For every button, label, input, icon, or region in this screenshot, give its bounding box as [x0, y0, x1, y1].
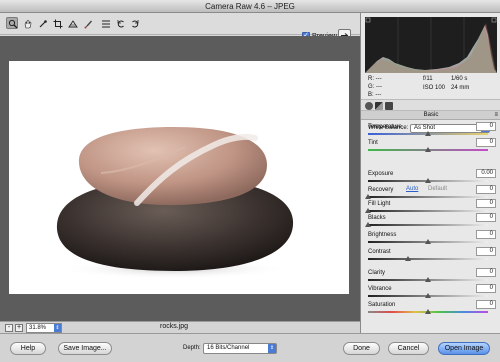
- vibrance-value-field[interactable]: 0: [476, 284, 496, 293]
- straighten-tool-button[interactable]: [66, 17, 78, 29]
- readout-g: G: ---: [368, 84, 382, 90]
- fill-light-label: Fill Light: [368, 201, 391, 207]
- depth-select[interactable]: 16 Bits/Channel ⇕: [203, 343, 277, 354]
- depth-value: 16 Bits/Channel: [207, 345, 250, 351]
- clarity-slider-thumb[interactable]: [425, 277, 431, 282]
- tint-slider-thumb[interactable]: [425, 147, 431, 152]
- rocks-image: [56, 127, 294, 279]
- zoom-tool-button[interactable]: [6, 17, 18, 29]
- vibrance-label: Vibrance: [368, 286, 392, 292]
- fill-light-slider-track[interactable]: [368, 210, 488, 212]
- exposure-label: Exposure: [368, 171, 394, 177]
- zoom-level-value: 31.8%: [29, 325, 47, 331]
- hand-icon: [24, 19, 31, 28]
- saturation-label: Saturation: [368, 302, 396, 308]
- depth-label: Depth:: [183, 345, 201, 351]
- list-icon: [101, 20, 110, 27]
- brightness-value-field[interactable]: 0: [476, 230, 496, 239]
- window-title: Camera Raw 4.6 – JPEG: [0, 0, 500, 13]
- panel-tabs: [361, 99, 500, 111]
- recovery-label: Recovery: [368, 187, 394, 193]
- brightness-label: Brightness: [368, 232, 397, 238]
- contrast-slider-thumb[interactable]: [404, 256, 411, 261]
- recovery-slider-thumb[interactable]: [365, 194, 371, 199]
- blacks-value-field[interactable]: 0: [476, 213, 496, 222]
- rotate-left-button[interactable]: [114, 17, 126, 29]
- zoom-icon: [8, 19, 17, 28]
- readouts: R: --- G: --- B: --- f/11 1/60 s ISO 100 2…: [365, 75, 497, 101]
- auto-link[interactable]: Auto: [406, 186, 418, 192]
- panel-menu-icon[interactable]: ≡: [494, 111, 498, 120]
- shutter-value: 1/60 s: [451, 76, 468, 82]
- blacks-label: Blacks: [368, 215, 386, 221]
- blacks-slider-track[interactable]: [368, 224, 488, 226]
- chevron-down-icon: ⇕: [268, 344, 276, 353]
- saturation-slider-thumb[interactable]: [425, 309, 431, 314]
- temperature-value-field[interactable]: 0: [476, 122, 496, 131]
- cancel-button[interactable]: Cancel: [388, 342, 429, 355]
- photo-preview: [9, 61, 349, 294]
- image-canvas[interactable]: [0, 36, 360, 321]
- zoom-level-select[interactable]: 31.8% ⇕: [26, 323, 62, 333]
- readout-b: B: ---: [368, 92, 382, 98]
- filename-label: rocks.jpg: [160, 323, 189, 330]
- contrast-slider-track[interactable]: [368, 258, 488, 260]
- bottom-bar: Help Save Image... Depth: 16 Bits/Channe…: [0, 333, 500, 362]
- chevron-down-icon: ⇕: [54, 324, 61, 332]
- exposure-value-field[interactable]: 0.00: [476, 169, 496, 178]
- done-button[interactable]: Done: [343, 342, 380, 355]
- histogram: [365, 17, 497, 73]
- adjustments-panel: R: --- G: --- B: --- f/11 1/60 s ISO 100 2…: [360, 13, 500, 333]
- tint-label: Tint: [368, 140, 378, 146]
- zoom-in-button[interactable]: +: [15, 324, 23, 332]
- save-image-button[interactable]: Save Image...: [58, 342, 112, 355]
- default-link[interactable]: Default: [428, 186, 447, 192]
- temperature-label: Temperature: [368, 124, 402, 130]
- hand-tool-button[interactable]: [21, 17, 33, 29]
- iso-value: ISO 100: [423, 85, 446, 91]
- tab-detail-icon[interactable]: [385, 102, 393, 110]
- zoom-out-button[interactable]: -: [5, 324, 13, 332]
- histogram-graph: [365, 17, 497, 73]
- eyedropper-icon: [39, 19, 47, 27]
- brightness-slider-thumb[interactable]: [425, 239, 431, 244]
- tint-value-field[interactable]: 0: [476, 138, 496, 147]
- blacks-slider-thumb[interactable]: [365, 222, 371, 227]
- retouch-tool-button[interactable]: [81, 17, 93, 29]
- rotate-left-icon: [117, 19, 124, 27]
- open-image-button[interactable]: Open Image: [438, 342, 490, 355]
- preferences-button[interactable]: [99, 17, 111, 29]
- clarity-label: Clarity: [368, 270, 386, 276]
- rotate-right-icon: [131, 19, 138, 27]
- crop-icon: [53, 19, 62, 28]
- fill-light-value-field[interactable]: 0: [476, 199, 496, 208]
- exposure-slider-thumb[interactable]: [425, 178, 431, 183]
- readout-r: R: ---: [368, 76, 382, 82]
- aperture-value: f/11: [423, 76, 433, 82]
- white-balance-tool-button[interactable]: [36, 17, 48, 29]
- rotate-right-button[interactable]: [128, 17, 140, 29]
- straighten-icon: [67, 19, 78, 27]
- fill-light-slider-thumb[interactable]: [365, 208, 371, 213]
- auto-default-row: Auto Default: [406, 186, 447, 192]
- clarity-value-field[interactable]: 0: [476, 268, 496, 277]
- section-title: Basic: [423, 112, 439, 118]
- temperature-slider-thumb[interactable]: [425, 131, 431, 136]
- tab-tone-curve-icon[interactable]: [375, 102, 383, 110]
- focal-length-value: 24 mm: [451, 85, 470, 91]
- contrast-value-field[interactable]: 0: [476, 247, 496, 256]
- tab-basic-icon[interactable]: [365, 102, 373, 110]
- section-header-basic: Basic ≡: [361, 111, 500, 120]
- crop-tool-button[interactable]: [51, 17, 63, 29]
- help-button[interactable]: Help: [10, 342, 46, 355]
- toolbar: ✓ Preview: [0, 13, 360, 42]
- recovery-value-field[interactable]: 0: [476, 185, 496, 194]
- brush-icon: [84, 20, 92, 28]
- recovery-slider-track[interactable]: [368, 196, 488, 198]
- saturation-value-field[interactable]: 0: [476, 300, 496, 309]
- status-bar: - + 31.8% ⇕ rocks.jpg: [0, 321, 360, 333]
- contrast-label: Contrast: [368, 249, 391, 255]
- vibrance-slider-thumb[interactable]: [425, 293, 431, 298]
